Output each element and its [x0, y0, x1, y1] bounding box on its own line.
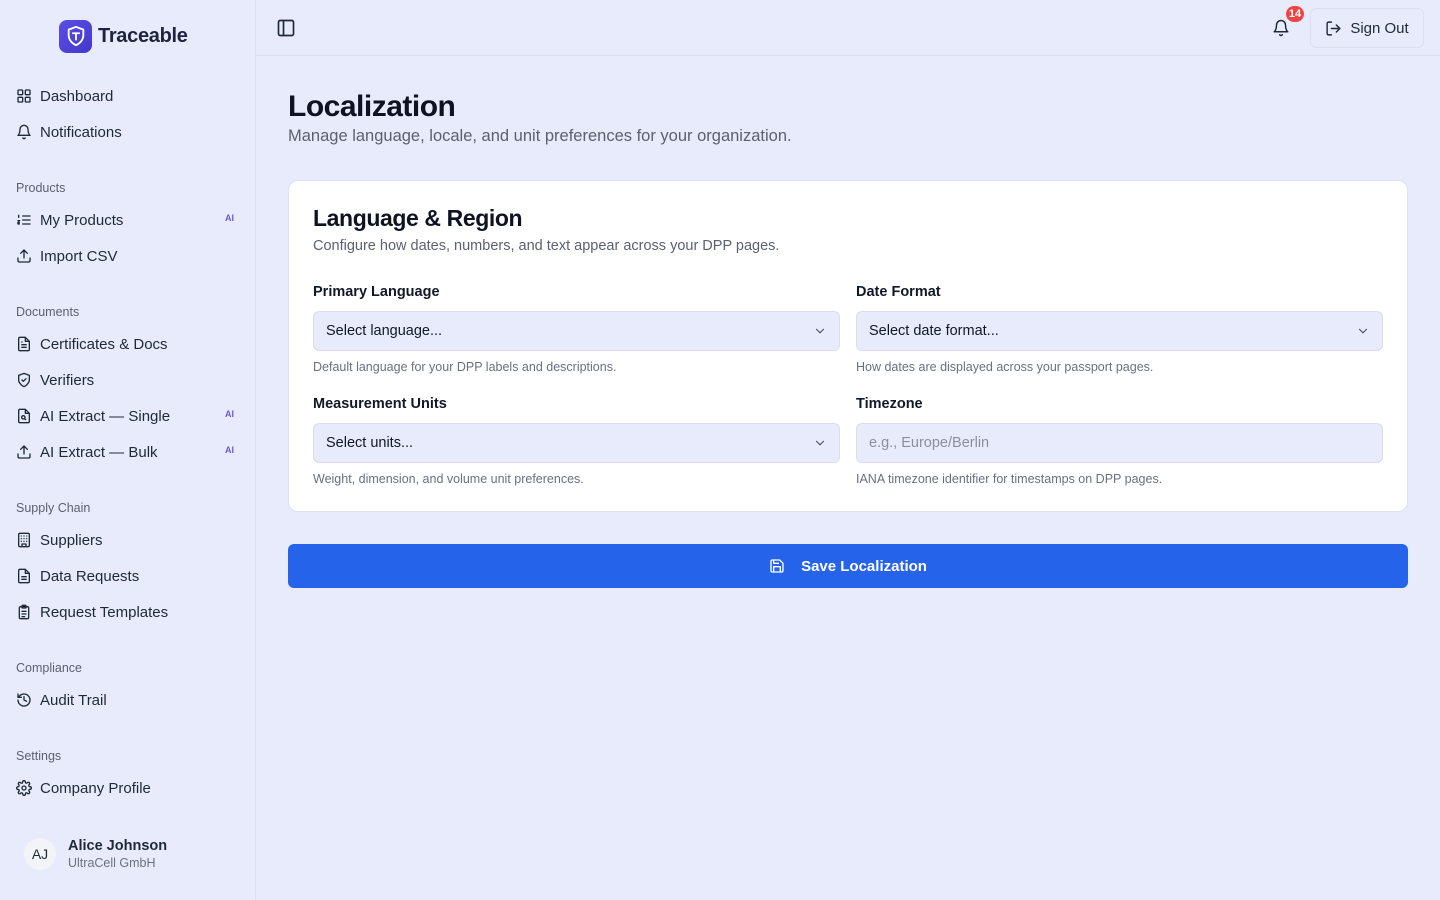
save-button-label: Save Localization	[801, 557, 927, 575]
sidebar-item-label: Certificates & Docs	[40, 335, 168, 353]
save-localization-button[interactable]: Save Localization	[288, 544, 1408, 588]
sidebar-item-verifiers[interactable]: Verifiers	[8, 364, 248, 396]
sidebar-item-label: Company Profile	[40, 779, 151, 797]
sidebar-item-request-templates[interactable]: Request Templates	[8, 596, 248, 628]
shield-check-icon	[18, 372, 30, 388]
sidebar-item-label: Audit Trail	[40, 691, 107, 709]
brand-logo-icon	[59, 19, 92, 53]
upload-icon	[17, 445, 31, 459]
section-title-compliance: Compliance	[16, 661, 83, 675]
page-subtitle: Manage language, locale, and unit prefer…	[288, 127, 792, 145]
timezone-help: IANA timezone identifier for timestamps …	[856, 472, 1163, 486]
upload-icon	[17, 249, 31, 263]
date-format-select[interactable]: Select date format...	[856, 311, 1383, 351]
section-title-settings: Settings	[16, 749, 62, 763]
primary-language-help: Default language for your DPP labels and…	[313, 360, 617, 374]
sidebar-item-ai-extract-bulk[interactable]: AI Extract — Bulk AI	[8, 436, 248, 468]
sidebar-item-label: Notifications	[40, 123, 122, 141]
measurement-units-select[interactable]: Select units...	[313, 423, 840, 463]
brand-name: Traceable	[98, 24, 188, 47]
measurement-units-value: Select units...	[326, 435, 414, 451]
file-text-icon	[18, 568, 30, 584]
date-format-value: Select date format...	[869, 323, 999, 339]
sidebar-item-label: Import CSV	[40, 247, 118, 265]
building-icon	[18, 532, 30, 548]
primary-language-value: Select language...	[326, 323, 443, 339]
sidebar-item-dashboard[interactable]: Dashboard	[8, 80, 248, 112]
file-scan-icon	[18, 408, 30, 424]
card-title: Language & Region	[313, 205, 523, 231]
list-ordered-icon	[16, 214, 31, 225]
sidebar-toggle-icon[interactable]	[276, 18, 296, 38]
sidebar-item-company-profile[interactable]: Company Profile	[8, 772, 248, 804]
timezone-label: Timezone	[856, 396, 923, 412]
date-format-label: Date Format	[856, 284, 941, 300]
sidebar-item-label: Data Requests	[40, 567, 140, 585]
user-info: Alice Johnson UltraCell GmbH	[68, 838, 167, 870]
sidebar-item-label: AI Extract — Single	[40, 407, 171, 425]
date-format-help: How dates are displayed across your pass…	[856, 360, 1154, 374]
clipboard-list-icon	[18, 604, 30, 620]
user-company: UltraCell GmbH	[68, 856, 156, 870]
sidebar: Traceable Dashboard Notifications Produc…	[0, 0, 256, 900]
ai-badge: AI	[225, 445, 234, 455]
section-title-products: Products	[16, 181, 66, 195]
file-text-icon	[18, 336, 30, 352]
grid-icon	[17, 89, 31, 103]
user-profile[interactable]: AJ Alice Johnson UltraCell GmbH	[24, 838, 167, 870]
section-title-supply-chain: Supply Chain	[16, 501, 91, 515]
history-icon	[17, 693, 31, 707]
topbar: 14 Sign Out	[256, 0, 1440, 56]
avatar: AJ	[24, 838, 56, 870]
primary-language-label: Primary Language	[313, 284, 440, 300]
language-region-card: Language & Region Configure how dates, n…	[288, 180, 1408, 512]
page-title: Localization	[288, 90, 456, 123]
chevron-down-icon	[1358, 328, 1368, 334]
sidebar-item-label: My Products	[40, 211, 124, 229]
brand[interactable]: Traceable	[59, 19, 188, 53]
gear-icon	[16, 780, 32, 796]
notification-count-badge: 14	[1284, 4, 1306, 24]
sidebar-item-label: Dashboard	[40, 87, 114, 105]
sidebar-item-suppliers[interactable]: Suppliers	[8, 524, 248, 556]
bell-icon	[17, 124, 31, 140]
sidebar-item-audit-trail[interactable]: Audit Trail	[8, 684, 248, 716]
log-out-icon	[1326, 20, 1341, 36]
card-description: Configure how dates, numbers, and text a…	[313, 238, 780, 254]
chevron-down-icon	[815, 440, 825, 446]
sidebar-item-label: Request Templates	[40, 603, 169, 621]
sidebar-item-certificates-docs[interactable]: Certificates & Docs	[8, 328, 248, 360]
user-name: Alice Johnson	[68, 838, 168, 854]
measurement-units-help: Weight, dimension, and volume unit prefe…	[313, 472, 584, 486]
primary-language-select[interactable]: Select language...	[313, 311, 840, 351]
sign-out-label: Sign Out	[1350, 19, 1409, 37]
sidebar-item-ai-extract-single[interactable]: AI Extract — Single AI	[8, 400, 248, 432]
measurement-units-label: Measurement Units	[313, 396, 447, 412]
sidebar-item-label: Verifiers	[40, 371, 95, 389]
sidebar-item-label: AI Extract — Bulk	[40, 443, 158, 461]
timezone-input[interactable]	[856, 423, 1383, 463]
chevron-down-icon	[815, 328, 825, 334]
ai-badge: AI	[225, 213, 234, 223]
save-icon	[770, 559, 784, 573]
sidebar-item-notifications[interactable]: Notifications	[8, 116, 248, 148]
sidebar-item-label: Suppliers	[40, 531, 103, 549]
sidebar-item-my-products[interactable]: My Products AI	[8, 204, 248, 236]
sign-out-button[interactable]: Sign Out	[1310, 8, 1424, 48]
ai-badge: AI	[225, 409, 234, 419]
sidebar-item-import-csv[interactable]: Import CSV	[8, 240, 248, 272]
section-title-documents: Documents	[16, 305, 80, 319]
sidebar-item-data-requests[interactable]: Data Requests	[8, 560, 248, 592]
